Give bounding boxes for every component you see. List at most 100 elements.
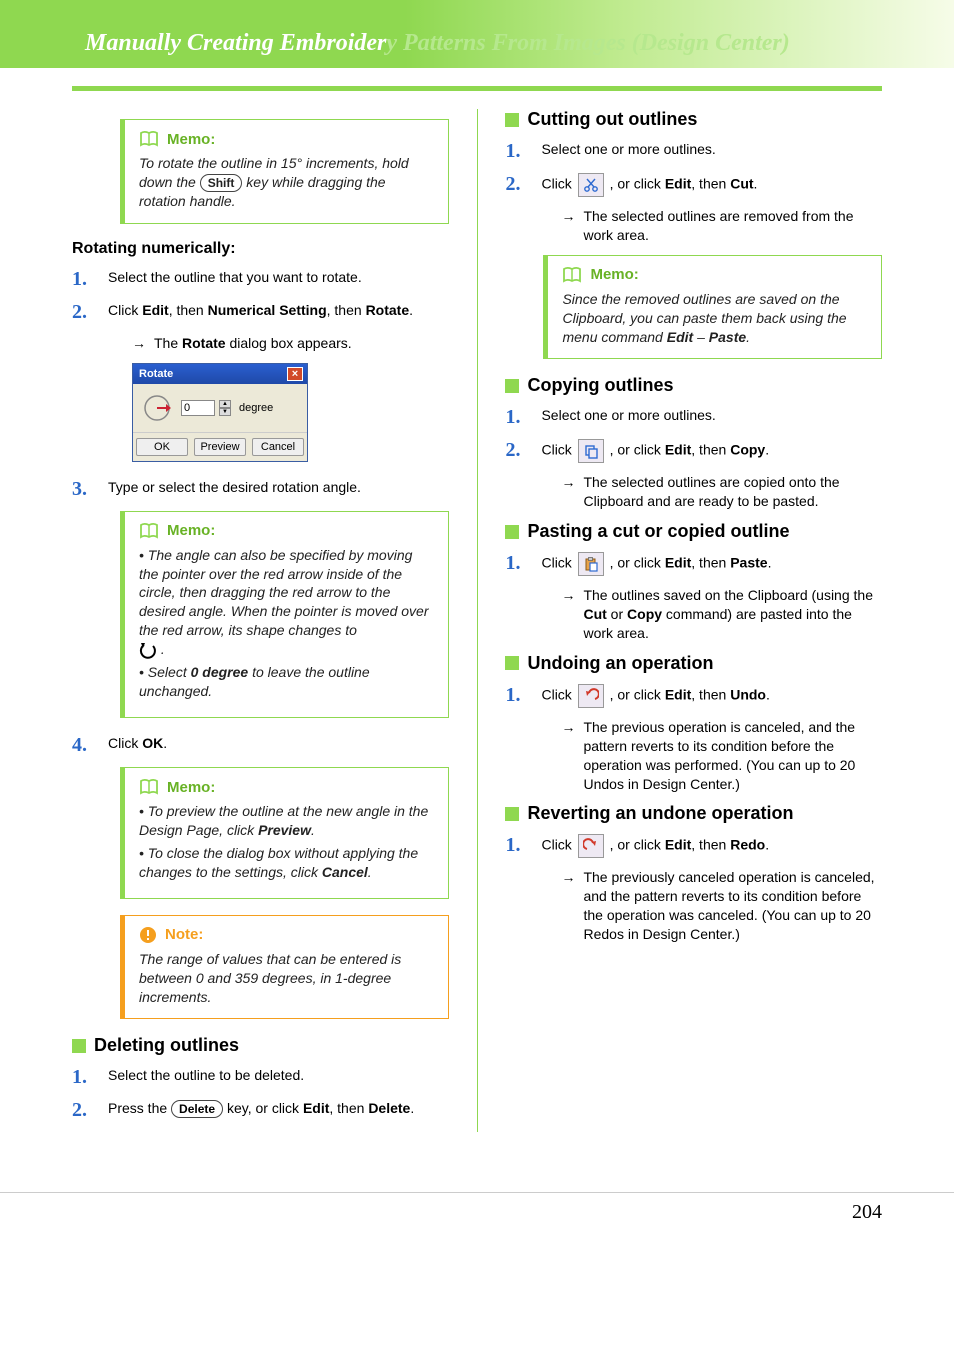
note-text: The range of values that can be entered … [139,950,434,1007]
step-text: Click , or click Edit, then Paste. [541,552,882,576]
rotnum-step-1: 1. Select the outline that you want to r… [72,268,449,291]
heading-pasting-outline: Pasting a cut or copied outline [505,521,882,542]
step-text: Click , or click Edit, then Cut. [541,173,882,197]
h2-text: Cutting out outlines [527,109,697,130]
edit-bold: Edit [665,687,691,703]
rotate-dialog: Rotate × 0 ▲▼ degree OK Preview Cancel [132,363,308,462]
t: Click [541,687,575,703]
memo-label: Memo: [167,522,215,539]
paste-bold: Paste [709,329,746,345]
page-body: Memo: To rotate the outline in 15° incre… [0,109,954,1172]
step-number: 3. [72,478,92,501]
t: Click [541,555,575,571]
memo2-li1: The angle can also be specified by movin… [139,546,434,660]
column-divider [477,109,478,1132]
redo-result: → The previously canceled operation is c… [561,868,882,944]
t: , then [691,837,730,853]
cut-step-2: 2. Click , or click Edit, then Cut. [505,173,882,197]
step-number: 1. [72,268,92,291]
note-box-range: Note: The range of values that can be en… [120,915,449,1020]
t: Select [148,664,191,680]
ok-button[interactable]: OK [136,438,188,456]
h2-text: Deleting outlines [94,1035,239,1056]
undo-icon[interactable] [578,684,604,708]
copy-result: → The selected outlines are copied onto … [561,473,882,511]
t: , then [691,687,730,703]
t: , then [691,555,730,571]
copy-icon[interactable] [578,439,604,463]
step-text: Press the Delete key, or click Edit, the… [108,1099,449,1118]
t: Click [541,837,575,853]
memo3-li2: To close the dialog box without applying… [139,844,434,882]
redo-icon[interactable] [578,834,604,858]
paste-icon[interactable] [578,552,604,576]
rotate-value-input[interactable]: 0 [181,400,215,416]
cancel-button[interactable]: Cancel [252,438,304,456]
step-text: Select the outline to be deleted. [108,1066,449,1085]
t: The outlines saved on the Clipboard (usi… [583,587,873,603]
result-text: The previous operation is canceled, and … [583,718,882,794]
chapter-title: Manually Creating Embroidery Patterns Fr… [85,30,894,57]
t: . [409,302,413,318]
memo-label: Memo: [167,779,215,796]
edit-bold: Edit [665,837,691,853]
memo-text: The angle can also be specified by movin… [139,546,434,702]
h2-text: Pasting a cut or copied outline [527,521,789,542]
rotate-dial-icon[interactable] [141,392,173,424]
t: , then [691,176,730,192]
edit-bold: Edit [303,1100,329,1116]
step-text: Select one or more outlines. [541,406,882,425]
dialog-body: 0 ▲▼ degree [133,384,307,432]
t: Click [108,735,142,751]
arrow-icon: → [132,334,146,353]
preview-button[interactable]: Preview [194,438,246,456]
copy-step-1: 1. Select one or more outlines. [505,406,882,429]
rotnum-step-2: 2. Click Edit, then Numerical Setting, t… [72,301,449,324]
t: , or click [606,687,665,703]
edit-bold: Edit [665,176,691,192]
memo-text: Since the removed outlines are saved on … [562,290,867,347]
book-icon [139,778,159,796]
result-text: The selected outlines are copied onto th… [583,473,882,511]
cut-icon[interactable] [578,173,604,197]
t: – [693,329,709,345]
memo-header: Memo: [139,130,434,148]
heading-cutting-outlines: Cutting out outlines [505,109,882,130]
copy-bold: Copy [730,442,765,458]
rotate-cursor-icon [139,641,157,659]
h2-text: Copying outlines [527,375,673,396]
section-marker [505,113,519,127]
t: . [163,735,167,751]
result-text: The outlines saved on the Clipboard (usi… [583,586,882,643]
arrow-icon: → [561,473,575,511]
t: , or click [606,837,665,853]
t: The [154,335,182,351]
section-marker [505,807,519,821]
book-icon [139,522,159,540]
rotate-spinner[interactable]: ▲▼ [219,400,231,416]
memo-box-angle: Memo: The angle can also be specified by… [120,511,449,719]
t: The angle can also be specified by movin… [139,547,429,639]
memo-header: Memo: [562,266,867,284]
book-icon [139,130,159,148]
t: , or click [606,442,665,458]
arrow-icon: → [561,718,575,794]
heading-copying-outlines: Copying outlines [505,375,882,396]
section-marker [72,1039,86,1053]
rotnum-step-4: 4. Click OK. [72,734,449,757]
cancel-bold: Cancel [322,864,368,880]
memo3-li1: To preview the outline at the new angle … [139,802,434,840]
step-text: Select the outline that you want to rota… [108,268,449,287]
close-icon[interactable]: × [287,367,303,381]
book-icon [562,266,582,284]
step-number: 4. [72,734,92,757]
chapter-title-fade: y Patterns From Images (Design Center) [386,30,789,56]
shift-key: Shift [200,174,243,192]
undo-step-1: 1. Click , or click Edit, then Undo. [505,684,882,708]
memo-label: Memo: [590,266,638,283]
edit-bold: Edit [665,442,691,458]
t: . [765,442,769,458]
arrow-icon: → [561,868,575,944]
dialog-buttons: OK Preview Cancel [133,432,307,461]
cut-bold: Cut [583,606,606,622]
